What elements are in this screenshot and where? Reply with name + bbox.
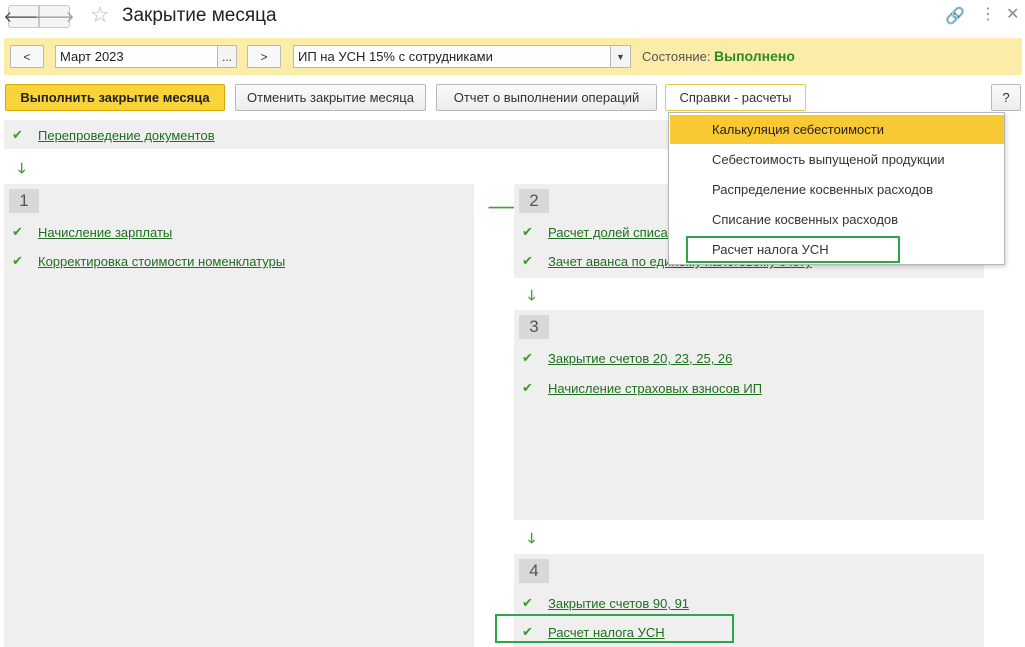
menu-item-indirect-distribution[interactable]: Распределение косвенных расходов [670, 175, 1004, 204]
arrow-down-icon: 🡓 [528, 288, 536, 304]
stage-number: 4 [519, 559, 549, 583]
operation-link[interactable]: Закрытие счетов 20, 23, 25, 26 [548, 351, 732, 366]
period-field[interactable]: Март 2023 [55, 45, 218, 68]
organization-dropdown-button[interactable]: ▼ [610, 45, 631, 68]
stage-number: 2 [519, 189, 549, 213]
stage-3-panel [514, 310, 984, 520]
check-icon: ✔ [522, 351, 533, 366]
list-item: ✔ Начисление зарплаты [12, 225, 172, 240]
prev-period-button[interactable]: < [10, 45, 44, 68]
list-item: ✔ Закрытие счетов 20, 23, 25, 26 [522, 351, 732, 366]
status-badge: Выполнено [714, 48, 795, 64]
forward-button[interactable]: 🡒 [34, 5, 75, 28]
arrow-down-icon: 🡓 [18, 161, 26, 177]
state-label: Состояние: [642, 49, 711, 64]
check-icon: ✔ [522, 596, 533, 611]
highlight-frame [495, 614, 734, 643]
check-icon: ✔ [522, 381, 533, 396]
help-button[interactable]: ? [991, 84, 1021, 111]
list-item: ✔ Расчет долей списания [522, 225, 689, 240]
star-icon[interactable]: ☆ [90, 3, 110, 28]
operation-link[interactable]: Корректировка стоимости номенклатуры [38, 254, 285, 269]
operations-report-button[interactable]: Отчет о выполнении операций [436, 84, 657, 111]
menu-item-cost-calculation[interactable]: Калькуляция себестоимости [670, 115, 1004, 144]
more-icon[interactable]: ⋮ [980, 4, 996, 23]
next-period-button[interactable]: > [247, 45, 281, 68]
arrow-right-icon: 🡒 [34, 8, 75, 26]
execute-closing-button[interactable]: Выполнить закрытие месяца [5, 84, 225, 111]
arrow-down-icon: 🡓 [528, 531, 536, 547]
check-icon: ✔ [522, 225, 533, 240]
references-button[interactable]: Справки - расчеты [665, 84, 806, 111]
cancel-closing-button[interactable]: Отменить закрытие месяца [235, 84, 426, 111]
organization-field[interactable]: ИП на УСН 15% с сотрудниками [293, 45, 611, 68]
check-icon: ✔ [522, 254, 533, 269]
operation-link[interactable]: Начисление страховых взносов ИП [548, 381, 762, 396]
link-icon[interactable]: 🔗 [945, 6, 965, 25]
list-item: ✔ Закрытие счетов 90, 91 [522, 596, 689, 611]
highlight-frame [686, 236, 900, 263]
chevron-down-icon: ▼ [616, 51, 625, 62]
list-item: ✔ Корректировка стоимости номенклатуры [12, 254, 285, 269]
menu-item-cost-of-products[interactable]: Себестоимость выпущеной продукции [670, 145, 1004, 174]
operation-link[interactable]: Перепроведение документов [38, 128, 215, 143]
list-item: ✔ Начисление страховых взносов ИП [522, 381, 762, 396]
close-icon[interactable]: ✕ [1006, 4, 1019, 23]
page-title: Закрытие месяца [122, 5, 277, 26]
period-select-button[interactable]: ... [217, 45, 237, 68]
stage-number: 3 [519, 315, 549, 339]
menu-item-indirect-write-off[interactable]: Списание косвенных расходов [670, 205, 1004, 234]
operation-link[interactable]: Начисление зарплаты [38, 225, 172, 240]
list-item: ✔ Перепроведение документов [12, 128, 215, 143]
check-icon: ✔ [12, 128, 23, 143]
operation-link[interactable]: Закрытие счетов 90, 91 [548, 596, 689, 611]
stage-number: 1 [9, 189, 39, 213]
check-icon: ✔ [12, 254, 23, 269]
check-edit-icon: ✔ [12, 225, 23, 240]
